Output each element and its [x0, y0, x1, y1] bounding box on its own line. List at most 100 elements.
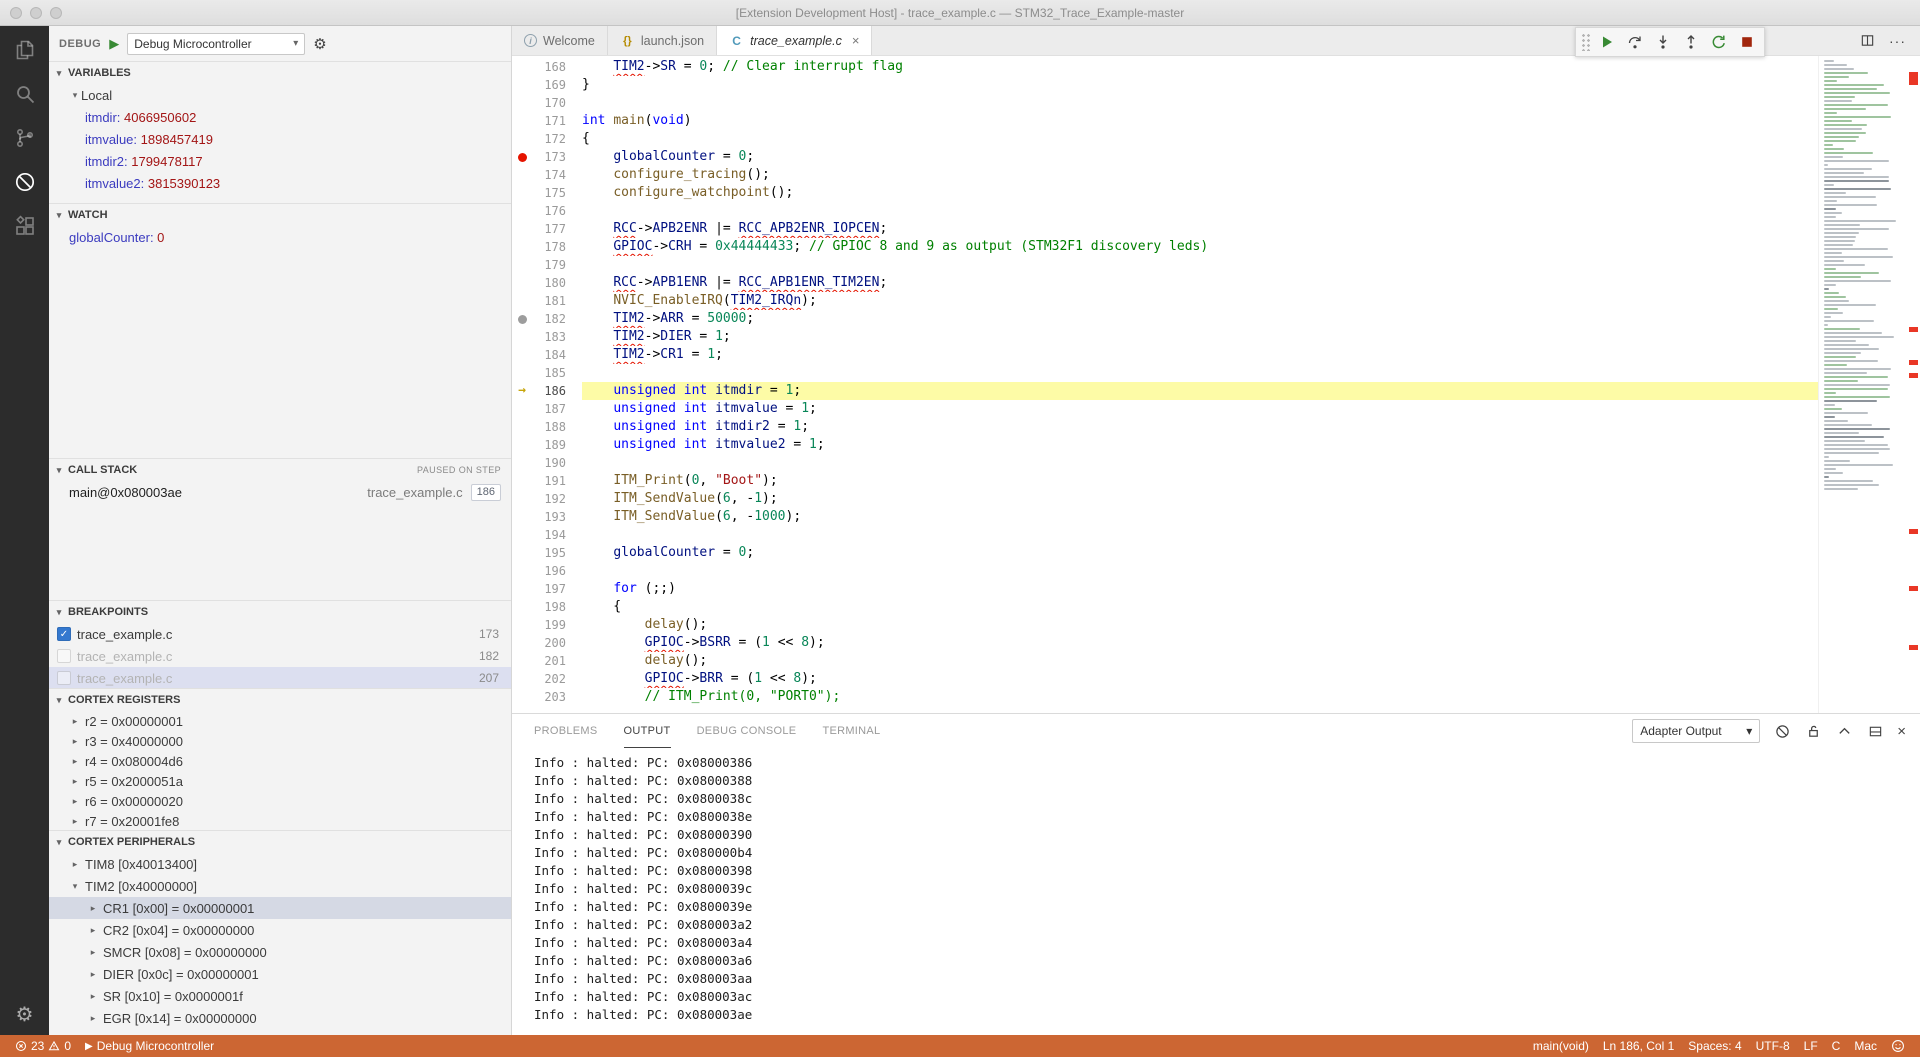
breakpoint-gutter[interactable]	[512, 490, 532, 508]
start-debug-button[interactable]: ▶	[109, 36, 119, 52]
panel-layout-icon[interactable]	[1866, 722, 1884, 740]
peripheral-row[interactable]: ▸DIER [0x0c] = 0x00000001	[49, 963, 511, 985]
code-line[interactable]: 184 TIM2->CR1 = 1;	[512, 346, 1818, 364]
more-actions-icon[interactable]: ···	[1889, 33, 1906, 49]
debug-configuration-select[interactable]: Debug Microcontroller ▾	[127, 33, 305, 55]
code-line[interactable]: 191 ITM_Print(0, "Boot");	[512, 472, 1818, 490]
code-line[interactable]: 177 RCC->APB2ENR |= RCC_APB2ENR_IOPCEN;	[512, 220, 1818, 238]
current-function-status[interactable]: main(void)	[1526, 1039, 1596, 1053]
peripheral-row[interactable]: ▸SMCR [0x08] = 0x00000000	[49, 941, 511, 963]
code-line[interactable]: 200 GPIOC->BSRR = (1 << 8);	[512, 634, 1818, 652]
split-editor-icon[interactable]	[1860, 33, 1875, 48]
panel-tab-debug-console[interactable]: DEBUG CONSOLE	[697, 714, 797, 748]
output-channel-select[interactable]: Adapter Output ▾	[1632, 719, 1760, 743]
breakpoint-gutter[interactable]: →	[512, 382, 532, 400]
watch-row[interactable]: globalCounter: 0	[49, 226, 511, 248]
breakpoint-gutter[interactable]	[512, 112, 532, 130]
code-line[interactable]: 198 {	[512, 598, 1818, 616]
code-line[interactable]: 178 GPIOC->CRH = 0x44444433; // GPIOC 8 …	[512, 238, 1818, 256]
toolbar-drag-handle[interactable]	[1581, 33, 1591, 51]
breakpoint-gutter[interactable]	[512, 562, 532, 580]
breakpoint-gutter[interactable]	[512, 76, 532, 94]
breakpoint-gutter[interactable]	[512, 418, 532, 436]
code-line[interactable]: 169}	[512, 76, 1818, 94]
breakpoint-row[interactable]: ✓trace_example.c173	[49, 623, 511, 645]
cursor-position-status[interactable]: Ln 186, Col 1	[1596, 1039, 1681, 1053]
code-line[interactable]: 176	[512, 202, 1818, 220]
breakpoint-checkbox[interactable]	[57, 649, 71, 663]
source-control-icon[interactable]	[0, 116, 49, 160]
code-line[interactable]: 173 globalCounter = 0;	[512, 148, 1818, 166]
breakpoint-gutter[interactable]	[512, 166, 532, 184]
breakpoint-gutter[interactable]	[512, 652, 532, 670]
breakpoint-gutter[interactable]	[512, 58, 532, 76]
code-line[interactable]: 181 NVIC_EnableIRQ(TIM2_IRQn);	[512, 292, 1818, 310]
settings-gear-icon[interactable]: ⚙	[16, 1002, 34, 1027]
variable-row[interactable]: itmvalue2: 3815390123	[49, 172, 511, 194]
peripheral-row[interactable]: ▸EGR [0x14] = 0x00000000	[49, 1007, 511, 1029]
breakpoint-row[interactable]: trace_example.c182	[49, 645, 511, 667]
code-line[interactable]: 183 TIM2->DIER = 1;	[512, 328, 1818, 346]
clear-output-icon[interactable]	[1773, 722, 1791, 740]
code-line[interactable]: 171int main(void)	[512, 112, 1818, 130]
breakpoint-gutter[interactable]	[512, 184, 532, 202]
debug-status[interactable]: ▶ Debug Microcontroller	[78, 1035, 221, 1057]
breakpoint-checkbox[interactable]	[57, 671, 71, 685]
breakpoint-gutter[interactable]	[512, 220, 532, 238]
watch-section-header[interactable]: ▾ WATCH	[49, 204, 511, 226]
breakpoint-gutter[interactable]	[512, 544, 532, 562]
code-line[interactable]: 196	[512, 562, 1818, 580]
panel-tab-terminal[interactable]: TERMINAL	[822, 714, 880, 748]
code-line[interactable]: 170	[512, 94, 1818, 112]
breakpoint-gutter[interactable]	[512, 508, 532, 526]
explorer-icon[interactable]	[0, 28, 49, 72]
tab-launch-json[interactable]: {}launch.json	[608, 26, 717, 55]
register-row[interactable]: ▸r4 = 0x080004d6	[49, 751, 511, 771]
stop-button[interactable]	[1734, 30, 1759, 54]
code-line[interactable]: 175 configure_watchpoint();	[512, 184, 1818, 202]
register-row[interactable]: ▸r6 = 0x00000020	[49, 791, 511, 811]
breakpoint-gutter[interactable]	[512, 130, 532, 148]
code-line[interactable]: 203 // ITM_Print(0, "PORT0");	[512, 688, 1818, 706]
breakpoint-gutter[interactable]	[512, 634, 532, 652]
debug-icon[interactable]	[0, 160, 49, 204]
variable-row[interactable]: itmdir: 4066950602	[49, 106, 511, 128]
step-into-button[interactable]	[1650, 30, 1675, 54]
extensions-icon[interactable]	[0, 204, 49, 248]
step-over-button[interactable]	[1622, 30, 1647, 54]
code-line[interactable]: 195 globalCounter = 0;	[512, 544, 1818, 562]
problems-status[interactable]: 23 0	[8, 1035, 78, 1057]
breakpoint-gutter[interactable]	[512, 454, 532, 472]
indentation-status[interactable]: Spaces: 4	[1681, 1039, 1748, 1053]
register-row[interactable]: ▸r5 = 0x2000051a	[49, 771, 511, 791]
breakpoint-gutter[interactable]	[512, 238, 532, 256]
code-line[interactable]: 172{	[512, 130, 1818, 148]
register-row[interactable]: ▸r2 = 0x00000001	[49, 711, 511, 731]
code-line[interactable]: 202 GPIOC->BRR = (1 << 8);	[512, 670, 1818, 688]
continue-button[interactable]	[1594, 30, 1619, 54]
code-line[interactable]: 193 ITM_SendValue(6, -1000);	[512, 508, 1818, 526]
variables-scope-row[interactable]: ▾ Local	[49, 84, 511, 106]
breakpoint-gutter[interactable]	[512, 436, 532, 454]
breakpoint-gutter[interactable]	[512, 526, 532, 544]
overview-ruler[interactable]	[1906, 56, 1920, 713]
panel-tab-output[interactable]: OUTPUT	[624, 714, 671, 748]
code-line[interactable]: 190	[512, 454, 1818, 472]
code-line[interactable]: 187 unsigned int itmvalue = 1;	[512, 400, 1818, 418]
call-stack-section-header[interactable]: ▾ CALL STACK PAUSED ON STEP	[49, 459, 511, 481]
language-mode-status[interactable]: C	[1825, 1039, 1848, 1053]
code-line[interactable]: 182 TIM2->ARR = 50000;	[512, 310, 1818, 328]
code-line[interactable]: 180 RCC->APB1ENR |= RCC_APB1ENR_TIM2EN;	[512, 274, 1818, 292]
code-line[interactable]: 174 configure_tracing();	[512, 166, 1818, 184]
breakpoint-checkbox[interactable]: ✓	[57, 627, 71, 641]
breakpoint-gutter[interactable]	[512, 292, 532, 310]
eol-status[interactable]: LF	[1797, 1039, 1825, 1053]
minimap[interactable]	[1818, 56, 1906, 713]
scroll-lock-icon[interactable]	[1804, 722, 1822, 740]
code-line[interactable]: 201 delay();	[512, 652, 1818, 670]
code-viewport[interactable]: 167168 TIM2->SR = 0; // Clear interrupt …	[512, 56, 1818, 713]
breakpoint-gutter[interactable]	[512, 256, 532, 274]
variable-row[interactable]: itmdir2: 1799478117	[49, 150, 511, 172]
breakpoint-row[interactable]: trace_example.c207	[49, 667, 511, 688]
close-window-button[interactable]	[10, 7, 22, 19]
